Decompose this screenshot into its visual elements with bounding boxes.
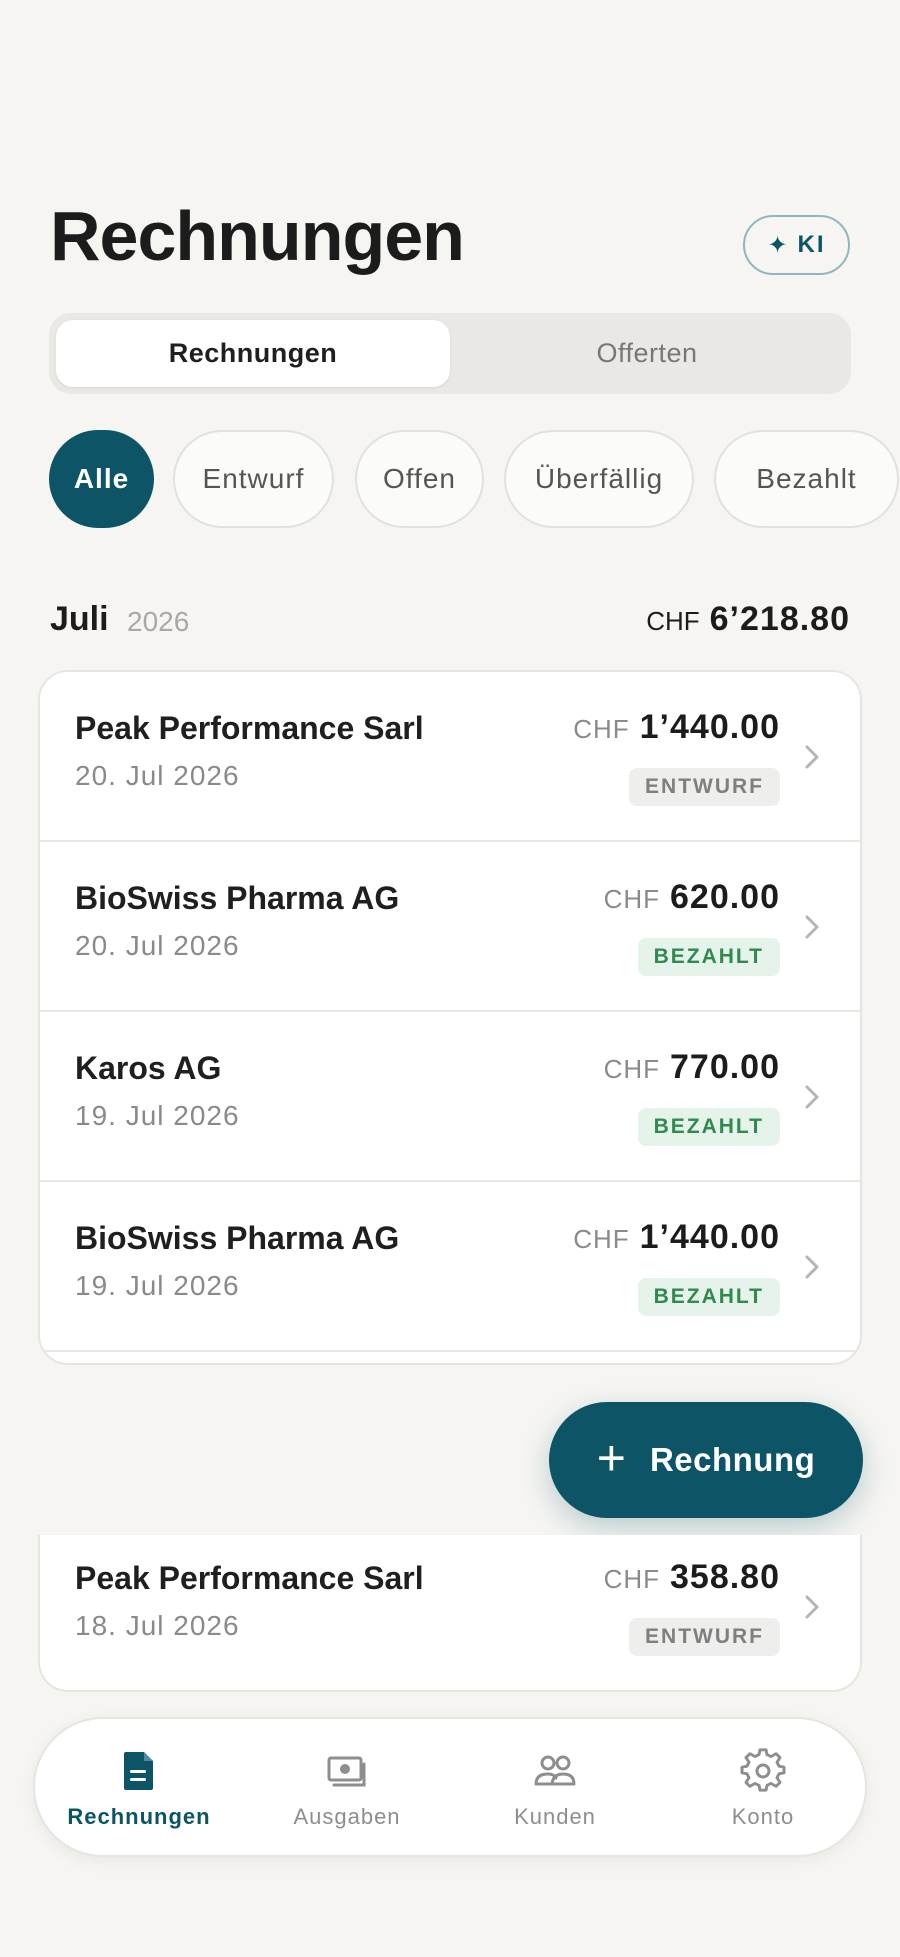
nav-label: Rechnungen (67, 1804, 211, 1829)
new-invoice-button[interactable]: + Rechnung (549, 1402, 863, 1518)
nav-item-kunden[interactable]: Kunden (451, 1719, 659, 1859)
invoice-currency: CHF (573, 1224, 630, 1254)
invoice-date: 20. Jul 2026 (75, 760, 240, 791)
sparkle-icon: ✦ (767, 231, 790, 259)
status-badge: BEZAHLT (637, 1108, 780, 1146)
filter-chip-entwurf[interactable]: Entwurf (173, 430, 334, 528)
segment-offerten[interactable]: Offerten (450, 320, 844, 387)
invoice-client: Peak Performance Sarl (75, 710, 424, 746)
section-total: CHF 6’218.80 (646, 600, 850, 639)
invoice-amount: CHF 358.80 (604, 1558, 780, 1597)
invoices-screen: Rechnungen ✦ KI Rechnungen Offerten Alle… (0, 0, 900, 1957)
invoice-date: 18. Jul 2026 (75, 1610, 240, 1641)
people-icon (534, 1755, 576, 1786)
status-badge: BEZAHLT (637, 938, 780, 976)
nav-item-konto[interactable]: Konto (659, 1719, 867, 1859)
section-total-currency: CHF (646, 606, 700, 636)
invoice-client: BioSwiss Pharma AG (75, 1220, 400, 1256)
invoice-date: 19. Jul 2026 (75, 1270, 240, 1301)
invoice-amount-value: 620.00 (670, 878, 780, 916)
ki-button-label: KI (797, 231, 826, 258)
cash-icon (327, 1756, 366, 1787)
filter-chip-ueberfaellig[interactable]: Überfällig (504, 430, 694, 528)
nav-label: Ausgaben (293, 1804, 401, 1829)
bottom-tab-bar: Rechnungen Ausgaben Kunden Konto (33, 1717, 867, 1857)
filter-chip-bezahlt[interactable]: Bezahlt (714, 430, 899, 528)
gear-icon (740, 1748, 786, 1792)
invoice-client: Karos AG (75, 1050, 222, 1086)
invoice-amount-value: 770.00 (670, 1048, 780, 1086)
invoice-list: Peak Performance Sarl 20. Jul 2026 CHF 1… (38, 670, 862, 1365)
invoice-amount: CHF 1’440.00 (573, 708, 780, 747)
section-year: 2026 (127, 606, 190, 637)
invoice-client: Peak Performance Sarl (75, 1560, 424, 1596)
invoice-currency: CHF (603, 1564, 660, 1594)
segment-rechnungen[interactable]: Rechnungen (56, 320, 450, 387)
section-month: Juli (50, 600, 109, 638)
nav-item-ausgaben[interactable]: Ausgaben (243, 1719, 451, 1859)
chevron-right-icon (805, 745, 819, 769)
status-badge: ENTWURF (629, 768, 780, 806)
document-type-switcher: Rechnungen Offerten (49, 313, 851, 394)
filter-chip-alle[interactable]: Alle (49, 430, 154, 528)
invoice-amount-value: 1’440.00 (639, 1218, 780, 1256)
ki-assistant-button[interactable]: ✦ KI (743, 215, 850, 275)
invoice-row[interactable]: BioSwiss Pharma AG 19. Jul 2026 CHF 1’44… (40, 1182, 860, 1352)
chevron-right-icon (805, 1255, 819, 1279)
invoice-date: 20. Jul 2026 (75, 930, 240, 961)
new-invoice-label: Rechnung (649, 1441, 816, 1478)
page-title: Rechnungen (50, 197, 465, 275)
nav-item-rechnungen[interactable]: Rechnungen (35, 1719, 243, 1859)
invoice-amount: CHF 620.00 (604, 878, 780, 917)
filter-chip-offen[interactable]: Offen (355, 430, 484, 528)
invoice-currency: CHF (573, 714, 630, 744)
invoice-row[interactable]: Karos AG 19. Jul 2026 CHF 770.00 BEZAHLT (40, 1012, 860, 1182)
invoice-currency: CHF (603, 884, 660, 914)
invoice-amount-value: 1’440.00 (639, 708, 780, 746)
invoice-row[interactable]: Peak Performance Sarl 18. Jul 2026 CHF 3… (40, 1535, 860, 1690)
status-badge: ENTWURF (629, 1618, 780, 1656)
invoice-client: BioSwiss Pharma AG (75, 880, 400, 916)
chevron-right-icon (805, 1595, 819, 1619)
status-badge: BEZAHLT (637, 1278, 780, 1316)
document-icon (124, 1752, 153, 1790)
invoice-row[interactable]: BioSwiss Pharma AG 20. Jul 2026 CHF 620.… (40, 842, 860, 1012)
invoice-amount: CHF 770.00 (604, 1048, 780, 1087)
chevron-right-icon (805, 915, 819, 939)
invoice-row[interactable]: Peak Performance Sarl 20. Jul 2026 CHF 1… (40, 672, 860, 842)
nav-label: Kunden (514, 1804, 596, 1829)
invoice-date: 19. Jul 2026 (75, 1100, 240, 1131)
invoice-currency: CHF (603, 1054, 660, 1084)
nav-label: Konto (731, 1804, 795, 1829)
plus-icon: + (596, 1430, 626, 1486)
invoice-list-continued: Peak Performance Sarl 18. Jul 2026 CHF 3… (38, 1535, 862, 1692)
invoice-amount: CHF 1’440.00 (573, 1218, 780, 1257)
section-total-amount: 6’218.80 (709, 600, 850, 638)
invoice-amount-value: 358.80 (670, 1558, 780, 1596)
chevron-right-icon (805, 1085, 819, 1109)
